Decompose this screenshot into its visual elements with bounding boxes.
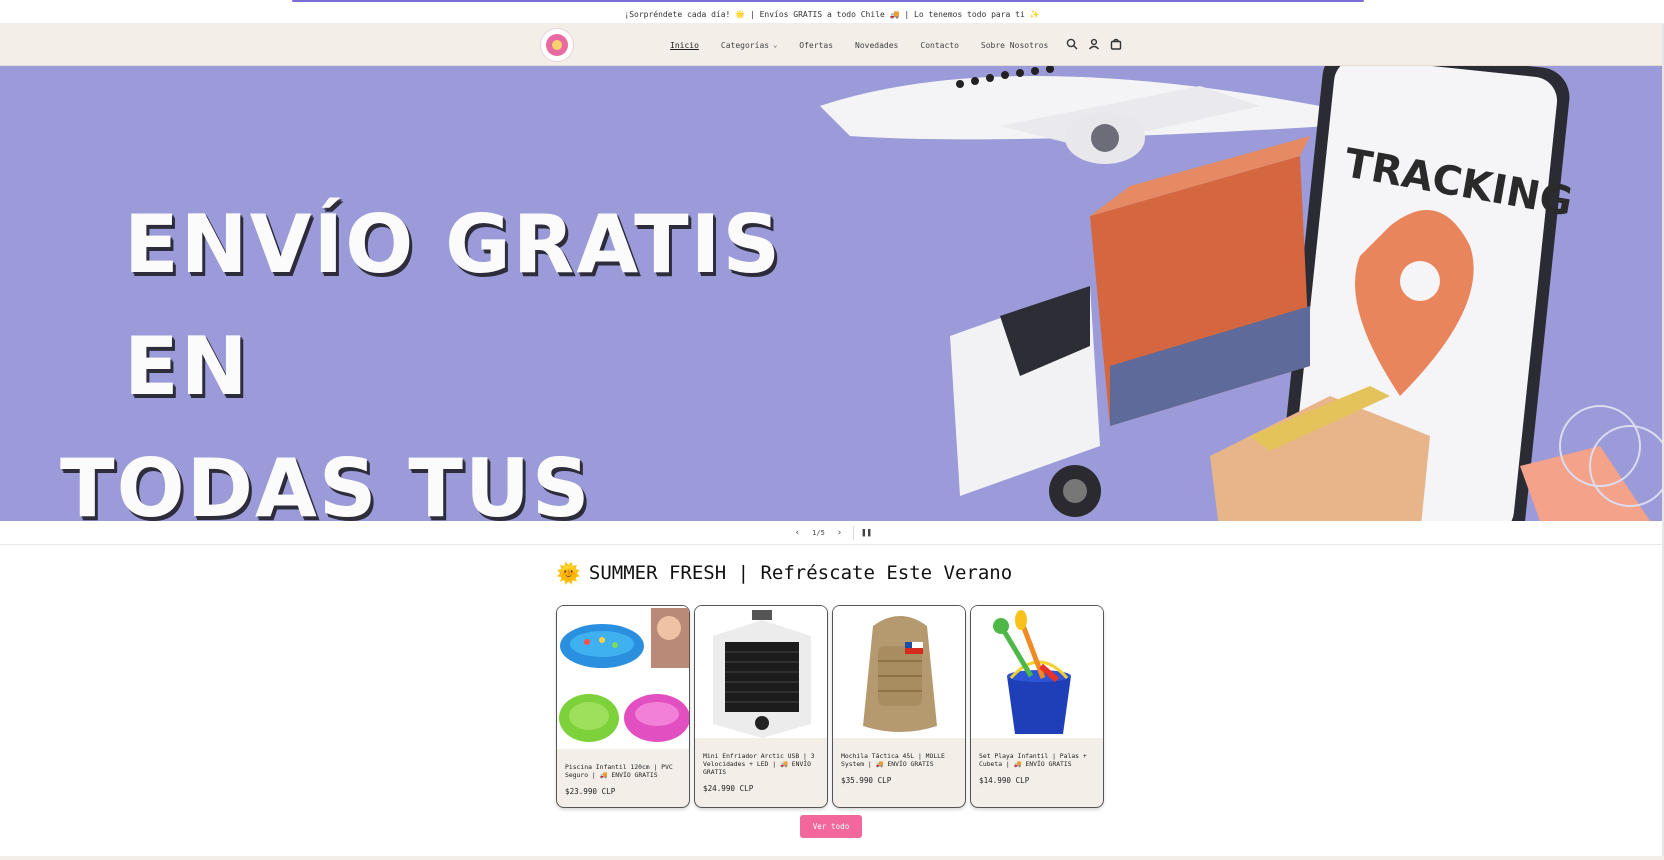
site-header: Inicio Categorías ⌄ Ofertas Novedades Con… <box>0 24 1664 66</box>
view-all-button[interactable]: Ver todo <box>800 815 862 838</box>
hero-line-2: TODAS TUS COMPRAS <box>60 442 592 521</box>
product-card-backpack[interactable]: Mochila Táctica 45L | MOLLE System | 🚚 E… <box>832 605 966 808</box>
nav-ofertas[interactable]: Ofertas <box>799 41 833 50</box>
hero-line-1: ENVÍO GRATIS EN <box>124 198 783 413</box>
nav-contacto[interactable]: Contacto <box>920 41 959 50</box>
product-grid: Piscina Infantil 120cm | PVC Seguro | 🚚 … <box>556 605 1104 808</box>
announcement-bar: ¡Sorpréndete cada día! 🌟 | Envíos GRATIS… <box>0 5 1664 24</box>
product-card-cooler[interactable]: Mini Enfriador Arctic USB | 3 Velocidade… <box>694 605 828 808</box>
hero-headline: ENVÍO GRATIS EN TODAS TUS COMPRAS <box>60 184 860 521</box>
previous-slide-button[interactable]: ‹ <box>789 528 807 538</box>
nav-categorias[interactable]: Categorías ⌄ <box>721 41 777 50</box>
nav-label: Novedades <box>855 40 899 50</box>
sun-icon: 🌞 <box>556 561 581 585</box>
search-icon[interactable] <box>1066 37 1078 51</box>
product-card-beach-set[interactable]: Set Playa Infantil | Palas + Cubeta | 🚚 … <box>970 605 1104 808</box>
product-title[interactable]: Set Playa Infantil | Palas + Cubeta | 🚚 … <box>971 752 1103 768</box>
account-icon[interactable] <box>1088 37 1100 51</box>
announcement-text: ¡Sorpréndete cada día! 🌟 | Envíos GRATIS… <box>624 9 1040 19</box>
store-logo[interactable] <box>540 28 574 62</box>
product-title[interactable]: Piscina Infantil 120cm | PVC Seguro | 🚚 … <box>557 763 689 779</box>
product-price: $24.990 CLP <box>703 784 754 793</box>
slide-counter: 1/5 <box>812 528 825 537</box>
nav-sobre-nosotros[interactable]: Sobre Nosotros <box>981 41 1048 50</box>
header-actions <box>1066 37 1122 51</box>
slider-controls: ‹ 1/5 › ❚❚ <box>0 521 1664 545</box>
nav-label: Inicio <box>670 40 699 50</box>
footer-edge <box>0 856 1664 860</box>
product-title[interactable]: Mochila Táctica 45L | MOLLE System | 🚚 E… <box>833 752 965 768</box>
collection-heading: SUMMER FRESH | Refréscate Este Verano <box>588 562 1013 584</box>
collection-title: 🌞 SUMMER FRESH | Refréscate Este Verano <box>556 561 1012 585</box>
divider <box>852 525 854 540</box>
nav-label: Categorías <box>720 40 770 50</box>
next-slide-button[interactable]: › <box>831 528 849 538</box>
nav-inicio[interactable]: Inicio <box>670 41 699 50</box>
product-image[interactable] <box>557 606 689 749</box>
cart-icon[interactable] <box>1110 37 1122 51</box>
product-image[interactable] <box>695 606 827 738</box>
product-title[interactable]: Mini Enfriador Arctic USB | 3 Velocidade… <box>695 752 827 776</box>
main-nav: Inicio Categorías ⌄ Ofertas Novedades Con… <box>670 24 1070 66</box>
chevron-down-icon: ⌄ <box>773 41 778 49</box>
nav-label: Ofertas <box>799 40 834 50</box>
product-image[interactable] <box>833 606 965 738</box>
product-image[interactable] <box>971 606 1103 738</box>
product-price: $35.990 CLP <box>841 776 892 785</box>
product-card-pool[interactable]: Piscina Infantil 120cm | PVC Seguro | 🚚 … <box>556 605 690 808</box>
loading-bar <box>292 0 1364 2</box>
hero-slide[interactable]: TRACKING ENVÍO GRATIS EN TODAS TUS COMPR… <box>0 66 1662 521</box>
nav-label: Contacto <box>920 40 959 50</box>
product-price: $14.990 CLP <box>979 776 1030 785</box>
nav-novedades[interactable]: Novedades <box>855 41 898 50</box>
nav-label: Sobre Nosotros <box>980 40 1049 50</box>
pause-icon[interactable]: ❚❚ <box>858 528 876 538</box>
product-price: $23.990 CLP <box>565 787 616 796</box>
